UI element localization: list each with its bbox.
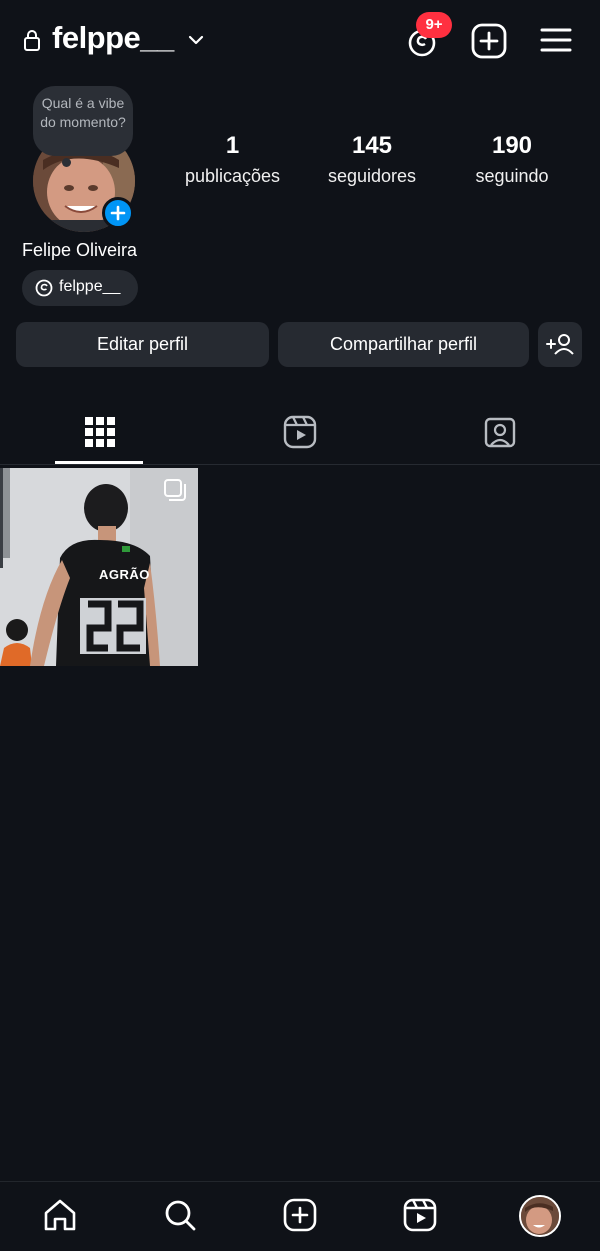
plus-icon: [110, 205, 126, 221]
profile-tabs: [0, 405, 600, 465]
stat-label: seguindo: [475, 166, 549, 186]
add-person-icon: [546, 334, 574, 355]
note-dot: [62, 158, 71, 167]
bottom-navigation: [0, 1181, 600, 1251]
chevron-down-icon[interactable]: [186, 30, 206, 50]
profile-photo: [521, 1197, 559, 1235]
discover-people-button[interactable]: [538, 322, 582, 367]
stat-following[interactable]: 190 seguindo: [460, 132, 564, 187]
menu-icon[interactable]: [538, 22, 574, 58]
tab-posts[interactable]: [0, 405, 200, 465]
add-story-button[interactable]: [102, 197, 134, 229]
multiple-photos-icon: [164, 479, 186, 501]
create-post-icon[interactable]: [470, 22, 508, 60]
home-icon[interactable]: [42, 1197, 78, 1233]
threads-icon: [35, 279, 53, 297]
share-profile-button[interactable]: Compartilhar perfil: [278, 322, 529, 367]
stat-label: seguidores: [327, 166, 417, 186]
threads-profile-link[interactable]: felppe__: [22, 270, 138, 306]
jersey-text: AGRÃO: [99, 567, 150, 582]
stat-value: 145: [351, 132, 393, 159]
stat-value: 190: [491, 132, 533, 159]
stat-posts[interactable]: 1 publicações: [175, 132, 290, 187]
notification-badge: 9+: [416, 12, 452, 38]
tab-tagged[interactable]: [400, 405, 600, 465]
threads-handle: felppe__: [59, 278, 121, 295]
stat-followers[interactable]: 145 seguidores: [318, 132, 426, 187]
reels-icon[interactable]: [402, 1197, 438, 1233]
tagged-icon: [484, 417, 516, 448]
edit-profile-button[interactable]: Editar perfil: [16, 322, 269, 367]
active-tab-indicator: [55, 461, 143, 464]
tab-reels[interactable]: [200, 405, 400, 465]
search-icon[interactable]: [162, 1197, 198, 1233]
stat-value: 1: [225, 132, 240, 159]
grid-icon: [85, 417, 115, 447]
stat-label: publicações: [184, 166, 281, 186]
top-bar: felppe__ 9+: [0, 0, 600, 82]
username-switcher[interactable]: felppe__: [52, 20, 174, 56]
create-icon[interactable]: [282, 1197, 318, 1233]
lock-icon: [24, 30, 40, 51]
note-bubble[interactable]: Qual é a vibe do momento?: [33, 86, 133, 156]
reels-icon: [283, 415, 317, 449]
profile-avatar[interactable]: [519, 1195, 561, 1237]
full-name: Felipe Oliveira: [22, 240, 138, 260]
